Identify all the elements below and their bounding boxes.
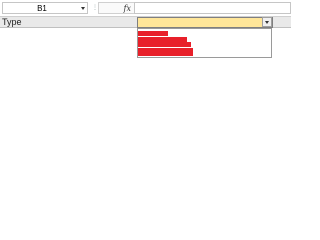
list-item[interactable] bbox=[138, 42, 191, 47]
list-item[interactable] bbox=[138, 31, 168, 36]
validation-dropdown-list bbox=[137, 28, 272, 58]
cell-a1[interactable]: Type bbox=[2, 17, 22, 28]
chevron-down-icon[interactable] bbox=[81, 7, 85, 10]
formula-bar: B1 ⋮ fx bbox=[0, 0, 291, 16]
list-item[interactable] bbox=[138, 53, 193, 56]
name-box-value: B1 bbox=[37, 4, 47, 13]
chevron-down-icon bbox=[265, 21, 269, 24]
cell-b1-active[interactable] bbox=[137, 17, 273, 28]
name-box[interactable]: B1 bbox=[2, 2, 88, 14]
dropdown-button[interactable] bbox=[262, 17, 272, 27]
formula-input[interactable] bbox=[134, 2, 291, 14]
formula-buttons: fx bbox=[98, 2, 134, 14]
insert-function-icon[interactable]: fx bbox=[124, 3, 131, 14]
